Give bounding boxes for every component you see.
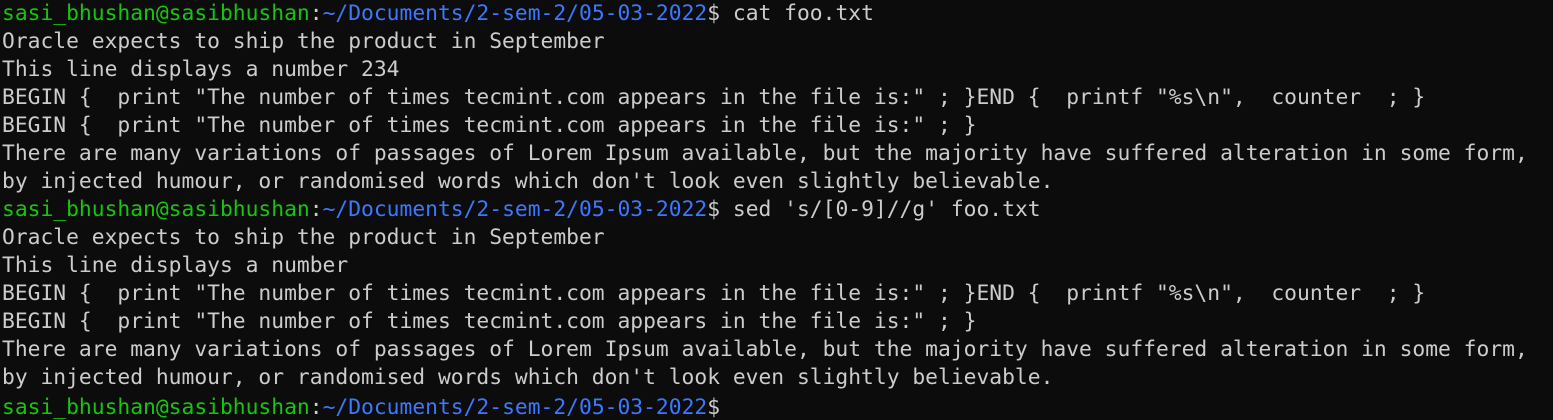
output-line: There are many variations of passages of… [2,141,1528,166]
output-line: BEGIN { print "The number of times tecmi… [2,113,977,138]
output-line: There are many variations of passages of… [2,337,1528,362]
output-line: Oracle expects to ship the product in Se… [2,29,605,54]
prompt-path: ~/Documents/2-sem-2/05-03-2022 [322,1,708,26]
prompt-dollar: $ [707,395,721,420]
prompt-line: sasi_bhushan@sasibhushan:~/Documents/2-s… [2,0,1553,28]
prompt-colon: : [309,395,323,420]
output-line: BEGIN { print "The number of times tecmi… [2,85,1426,110]
prompt-user-host: sasi_bhushan@sasibhushan [2,1,310,26]
output-line: BEGIN { print "The number of times tecmi… [2,309,977,334]
command-text: sed 's/[0-9]//g' foo.txt [720,197,1041,222]
prompt-user-host: sasi_bhushan@sasibhushan [2,395,310,420]
prompt-colon: : [309,1,323,26]
output-line: by injected humour, or randomised words … [2,169,1054,194]
output-line: This line displays a number [2,253,349,278]
prompt-dollar: $ [707,197,721,222]
terminal-window[interactable]: sasi_bhushan@sasibhushan:~/Documents/2-s… [0,0,1553,420]
prompt-line-current[interactable]: sasi_bhushan@sasibhushan:~/Documents/2-s… [2,392,1553,420]
prompt-user-host: sasi_bhushan@sasibhushan [2,197,310,222]
prompt-path: ~/Documents/2-sem-2/05-03-2022 [322,197,708,222]
output-line: This line displays a number 234 [2,57,400,82]
prompt-line: sasi_bhushan@sasibhushan:~/Documents/2-s… [2,196,1553,224]
output-line: BEGIN { print "The number of times tecmi… [2,281,1426,306]
prompt-dollar: $ [707,1,721,26]
output-line: by injected humour, or randomised words … [2,365,1054,390]
output-line: Oracle expects to ship the product in Se… [2,225,605,250]
prompt-path: ~/Documents/2-sem-2/05-03-2022 [322,395,708,420]
prompt-colon: : [309,197,323,222]
command-text: cat foo.txt [720,1,874,26]
